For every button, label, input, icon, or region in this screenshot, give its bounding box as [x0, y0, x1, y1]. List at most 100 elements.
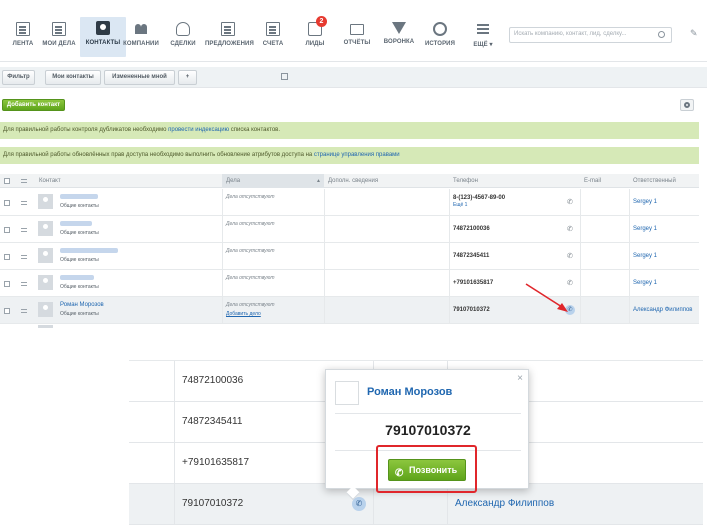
deals-status: Дела отсутствуют [226, 302, 275, 308]
contact-name-blurred[interactable] [60, 221, 92, 226]
contact-name-blurred[interactable] [60, 248, 118, 253]
nav-item-reports[interactable]: ОТЧЁТЫ [334, 18, 380, 54]
responsible-link[interactable]: Александр Филиппов [455, 498, 554, 509]
header-contact[interactable]: Контакт [39, 178, 61, 184]
call-icon[interactable]: ✆ [567, 225, 573, 233]
row-menu-icon[interactable] [21, 309, 27, 313]
call-icon[interactable]: ✆ [567, 198, 573, 206]
rights-page-link[interactable]: странице управления правами [314, 152, 400, 158]
list-settings-button[interactable] [680, 99, 694, 111]
table-row[interactable]: Общие контакты Дела отсутствуют 8-(123)-… [0, 189, 699, 216]
avatar [335, 381, 359, 405]
table-row[interactable]: Общие контакты Дела отсутствуют +7910163… [0, 270, 699, 297]
phone-number[interactable]: +79101635817 [453, 280, 493, 286]
close-icon[interactable]: × [517, 373, 523, 384]
row-menu-icon[interactable] [21, 201, 27, 205]
nav-item-companies[interactable]: КОМПАНИИ [118, 18, 164, 54]
header-responsible[interactable]: Ответственный [633, 178, 676, 184]
nav-item-more[interactable]: ЕЩЁ ▾ [460, 18, 506, 54]
nav-label: ЕЩЁ ▾ [473, 42, 493, 48]
global-search-input[interactable]: Искать компанию, контакт, лид, сделку... [509, 27, 672, 43]
column-settings-icon[interactable] [21, 179, 27, 183]
nav-label: ЛИДЫ [305, 41, 325, 47]
row-menu-icon[interactable] [21, 255, 27, 259]
nav-label: ВОРОНКА [383, 39, 415, 45]
nav-item-leads[interactable]: 2 ЛИДЫ [292, 16, 338, 54]
search-icon[interactable] [658, 31, 665, 38]
header-phone[interactable]: Телефон [453, 178, 478, 184]
responsible-link[interactable]: Sergey 1 [633, 253, 657, 259]
more-phones-link[interactable]: Ещё 1 [453, 202, 467, 208]
row-checkbox[interactable] [4, 281, 10, 287]
reports-icon [350, 24, 364, 35]
header-deals[interactable]: Дела [226, 178, 240, 184]
popup-contact-name[interactable]: Роман Морозов [367, 386, 452, 398]
nav-item-deals[interactable]: СДЕЛКИ [160, 18, 206, 54]
call-icon[interactable]: ✆ [352, 497, 366, 511]
phone-number[interactable]: 79107010372 [453, 307, 490, 313]
deals-status: Дела отсутствуют [226, 275, 275, 281]
nav-item-proposals[interactable]: ПРЕДЛОЖЕНИЯ [205, 18, 254, 54]
table-row[interactable]: Роман Морозов Общие контакты Дела отсутс… [0, 297, 699, 324]
row-checkbox[interactable] [4, 227, 10, 233]
header-email[interactable]: E-mail [584, 178, 601, 184]
phone-number[interactable]: 79107010372 [182, 498, 243, 509]
invoice-icon [266, 22, 280, 36]
companies-icon [134, 22, 148, 36]
table-row[interactable]: Общие контакты Дела отсутствуют 74872100… [0, 216, 699, 243]
sort-arrow-icon: ▲ [316, 178, 321, 184]
avatar [38, 302, 53, 317]
table-row[interactable]: Общие контакты Дела отсутствуют 74872345… [0, 243, 699, 270]
add-contact-button[interactable]: Добавить контакт [2, 99, 65, 111]
nav-item-history[interactable]: ИСТОРИЯ [417, 18, 463, 54]
add-deal-link[interactable]: Добавить дело [226, 311, 261, 317]
nav-label: МОИ ДЕЛА [42, 41, 76, 47]
phone-number[interactable]: 74872100036 [182, 375, 243, 386]
phone-number[interactable]: 8-(123)-4567-89-00 [453, 195, 505, 201]
phone-number[interactable]: 74872345411 [453, 253, 489, 259]
responsible-link[interactable]: Sergey 1 [633, 199, 657, 205]
header-extra[interactable]: Дополн. сведения [328, 178, 378, 184]
call-icon[interactable]: ✆ [567, 252, 573, 260]
phone-number[interactable]: +79101635817 [182, 457, 249, 468]
pin-icon[interactable]: ✎ [690, 28, 698, 39]
leads-count-badge: 2 [316, 16, 327, 27]
responsible-link[interactable]: Александр Филиппов [633, 307, 692, 313]
deals-status: Дела отсутствуют [226, 194, 275, 200]
nav-label: КОМПАНИИ [123, 41, 159, 47]
tasks-icon [52, 22, 66, 36]
row-menu-icon[interactable] [21, 228, 27, 232]
responsible-link[interactable]: Sergey 1 [633, 226, 657, 232]
contact-name-blurred[interactable] [60, 275, 94, 280]
nav-label: ИСТОРИЯ [424, 41, 455, 47]
nav-item-funnel[interactable]: ВОРОНКА [376, 18, 422, 54]
responsible-link[interactable]: Sergey 1 [633, 280, 657, 286]
nav-item-my-tasks[interactable]: МОИ ДЕЛА [36, 18, 82, 54]
contact-type: Общие контакты [60, 203, 99, 209]
row-checkbox[interactable] [4, 308, 10, 314]
search-placeholder: Искать компанию, контакт, лид, сделку... [514, 31, 627, 37]
nav-item-invoices[interactable]: СЧЕТА [250, 18, 296, 54]
row-checkbox[interactable] [4, 200, 10, 206]
my-contacts-filter-button[interactable]: Мои контакты [45, 70, 101, 85]
deals-status: Дела отсутствуют [226, 248, 275, 254]
filter-bar: Фильтр Мои контакты Измененные мной + [0, 67, 707, 88]
top-navigation: ЛЕНТА МОИ ДЕЛА КОНТАКТЫ КОМПАНИИ СДЕЛКИ … [0, 0, 707, 62]
avatar [38, 248, 53, 263]
row-checkbox[interactable] [4, 254, 10, 260]
filter-button[interactable]: Фильтр [2, 70, 35, 85]
changed-by-me-filter-button[interactable]: Измененные мной [104, 70, 175, 85]
row-menu-icon[interactable] [21, 282, 27, 286]
phone-number[interactable]: 74872345411 [182, 416, 242, 427]
contact-name-link[interactable]: Роман Морозов [60, 302, 104, 308]
nav-label: СДЕЛКИ [170, 41, 196, 47]
filter-settings-icon[interactable] [281, 73, 288, 80]
add-filter-button[interactable]: + [178, 70, 197, 85]
index-link[interactable]: провести индексацию [168, 127, 229, 133]
handshake-icon [176, 22, 190, 36]
nav-label: СЧЕТА [262, 41, 284, 47]
contact-name-blurred[interactable] [60, 194, 98, 199]
more-list-icon [476, 22, 490, 36]
phone-number[interactable]: 74872100036 [453, 226, 490, 232]
select-all-checkbox[interactable] [4, 178, 10, 184]
